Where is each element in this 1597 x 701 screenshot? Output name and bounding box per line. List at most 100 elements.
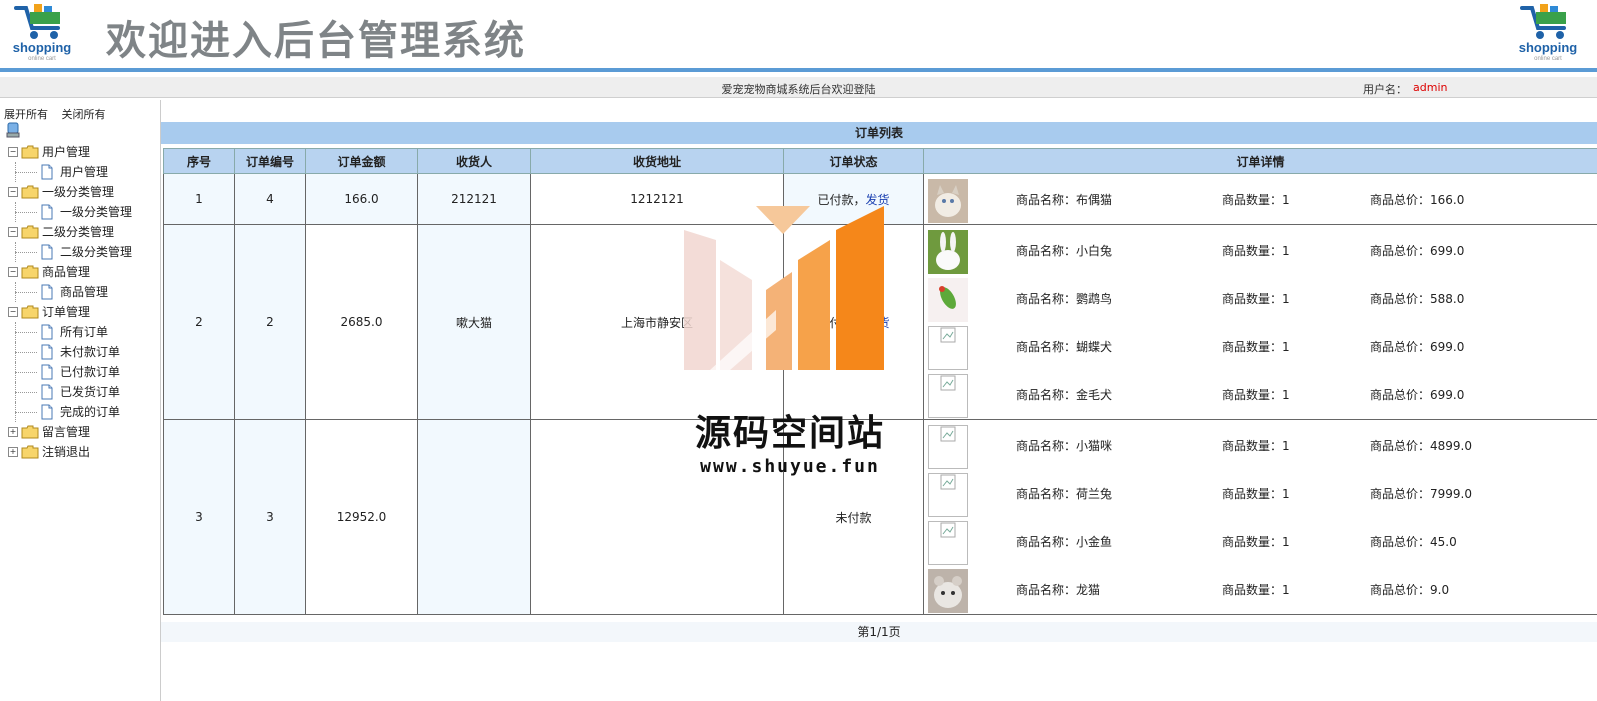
order-number-cell-text: 3	[266, 510, 274, 524]
tree-root-icon	[6, 122, 20, 138]
expand-icon[interactable]: +	[8, 427, 18, 437]
sidebar-item[interactable]: 未付款订单	[4, 342, 154, 362]
product-total: 商品总价：7999.0	[1370, 485, 1472, 502]
tree-connector	[15, 392, 37, 393]
broken-image-icon	[928, 521, 968, 565]
column-header: 序号	[163, 148, 235, 174]
sidebar-item-label[interactable]: 二级分类管理	[60, 242, 132, 262]
pagination: 第1/1页	[161, 622, 1597, 642]
tree-folder-label[interactable]: 一级分类管理	[42, 182, 114, 202]
tree-folder-5[interactable]: + 留言管理	[4, 422, 154, 442]
tree-connector	[15, 352, 37, 353]
order-amount-cell-text: 2685.0	[340, 315, 383, 329]
product-name-value: 鹦鹉鸟	[1076, 292, 1113, 306]
row-index-cell-text: 3	[195, 510, 203, 524]
product-total-label: 商品总价：	[1370, 439, 1431, 453]
logo-word: shopping	[12, 40, 72, 55]
tree-folder-3[interactable]: − 商品管理	[4, 262, 154, 282]
collapse-icon[interactable]: −	[8, 147, 18, 157]
product-quantity: 商品数量：1	[1222, 437, 1290, 454]
column-header: 订单金额	[305, 148, 418, 174]
product-name-label: 商品名称：	[1016, 535, 1077, 549]
product-qty-label: 商品数量：	[1222, 439, 1283, 453]
broken-image-icon	[928, 473, 968, 517]
sidebar-item[interactable]: 已发货订单	[4, 382, 154, 402]
collapse-icon[interactable]: −	[8, 267, 18, 277]
navigation-tree: − 用户管理 用户管理 − 一级分类管理 一级分类管理 − 二级分类管理 二级分类管理 − 商品管理…	[4, 142, 154, 462]
table-header-row: 序号 订单编号 订单金额 收货人 收货地址 订单状态 订单详情	[163, 148, 1597, 174]
tree-folder-label[interactable]: 二级分类管理	[42, 222, 114, 242]
sidebar-item[interactable]: 二级分类管理	[4, 242, 154, 262]
sidebar-item[interactable]: 完成的订单	[4, 402, 154, 422]
product-name: 商品名称：小金鱼	[1016, 533, 1112, 550]
product-total-label: 商品总价：	[1370, 244, 1431, 258]
column-header: 订单详情	[923, 148, 1597, 174]
sidebar-item[interactable]: 一级分类管理	[4, 202, 154, 222]
collapse-icon[interactable]: −	[8, 307, 18, 317]
sidebar-item-label[interactable]: 所有订单	[60, 322, 108, 342]
product-quantity: 商品数量：1	[1222, 386, 1290, 403]
sidebar-item[interactable]: 所有订单	[4, 322, 154, 342]
sidebar-item-label[interactable]: 完成的订单	[60, 402, 120, 422]
broken-image-icon	[928, 374, 968, 418]
product-qty-value: 1	[1282, 340, 1290, 354]
order-status-text: 未付款	[835, 510, 872, 525]
sidebar-item[interactable]: 已付款订单	[4, 362, 154, 382]
ship-order-link[interactable]: 发货	[866, 316, 890, 330]
tree-connector	[15, 212, 37, 213]
product-qty-label: 商品数量：	[1222, 292, 1283, 306]
shopping-logo-left: shopping online cart	[2, 0, 82, 66]
welcome-bar: 爱宠宠物商城系统后台欢迎登陆 用户名： admin	[0, 77, 1597, 98]
tree-connector	[15, 372, 37, 373]
tree-folder-2[interactable]: − 二级分类管理	[4, 222, 154, 242]
collapse-icon[interactable]: −	[8, 227, 18, 237]
product-name-value: 小金鱼	[1076, 535, 1113, 549]
sidebar-item-label[interactable]: 一级分类管理	[60, 202, 132, 222]
product-name-label: 商品名称：	[1016, 244, 1077, 258]
sidebar-item[interactable]: 用户管理	[4, 162, 154, 182]
broken-image-icon	[928, 425, 968, 469]
product-image	[928, 569, 968, 613]
sidebar-item-label[interactable]: 未付款订单	[60, 342, 120, 362]
sidebar-item-label[interactable]: 商品管理	[60, 282, 108, 302]
row-index-cell: 1	[163, 173, 235, 225]
tree-folder-label[interactable]: 注销退出	[42, 442, 90, 462]
product-name: 商品名称：蝴蝶犬	[1016, 338, 1112, 355]
tree-folder-6[interactable]: + 注销退出	[4, 442, 154, 462]
sidebar-item[interactable]: 商品管理	[4, 282, 154, 302]
tree-folder-label[interactable]: 留言管理	[42, 422, 90, 442]
ship-order-link[interactable]: 发货	[866, 193, 890, 207]
username-label: 用户名：	[1363, 83, 1407, 96]
tree-folder-1[interactable]: − 一级分类管理	[4, 182, 154, 202]
product-image	[928, 230, 968, 274]
collapse-icon[interactable]: −	[8, 187, 18, 197]
product-qty-label: 商品数量：	[1222, 535, 1283, 549]
product-total-value: 588.0	[1430, 292, 1465, 306]
product-name-label: 商品名称：	[1016, 193, 1077, 207]
tree-folder-label[interactable]: 商品管理	[42, 262, 90, 282]
sidebar-item-label[interactable]: 已发货订单	[60, 382, 120, 402]
expand-all-link[interactable]: 展开所有	[4, 108, 48, 121]
order-amount-cell: 12952.0	[305, 419, 418, 615]
product-qty-label: 商品数量：	[1222, 583, 1283, 597]
product-total-label: 商品总价：	[1370, 292, 1431, 306]
tree-folder-label[interactable]: 订单管理	[42, 302, 90, 322]
tree-folder-0[interactable]: − 用户管理	[4, 142, 154, 162]
collapse-all-link[interactable]: 关闭所有	[62, 108, 106, 121]
tree-folder-4[interactable]: − 订单管理	[4, 302, 154, 322]
product-name: 商品名称：布偶猫	[1016, 191, 1112, 208]
order-item: 商品名称：荷兰兔 商品数量：1 商品总价：7999.0	[924, 469, 1597, 517]
order-item: 商品名称：龙猫 商品数量：1 商品总价：9.0	[924, 565, 1597, 613]
product-name: 商品名称：小猫咪	[1016, 437, 1112, 454]
order-status-cell: 未付款	[783, 419, 924, 615]
broken-image-icon	[928, 326, 968, 370]
tree-folder-label[interactable]: 用户管理	[42, 142, 90, 162]
product-total: 商品总价：699.0	[1370, 242, 1464, 259]
sidebar-item-label[interactable]: 用户管理	[60, 162, 108, 182]
expand-icon[interactable]: +	[8, 447, 18, 457]
row-index-cell: 3	[163, 419, 235, 615]
column-header: 订单编号	[234, 148, 306, 174]
header: shopping online cart 欢迎进入后台管理系统 shopping…	[0, 0, 1597, 68]
sidebar-item-label[interactable]: 已付款订单	[60, 362, 120, 382]
product-total: 商品总价：588.0	[1370, 290, 1464, 307]
